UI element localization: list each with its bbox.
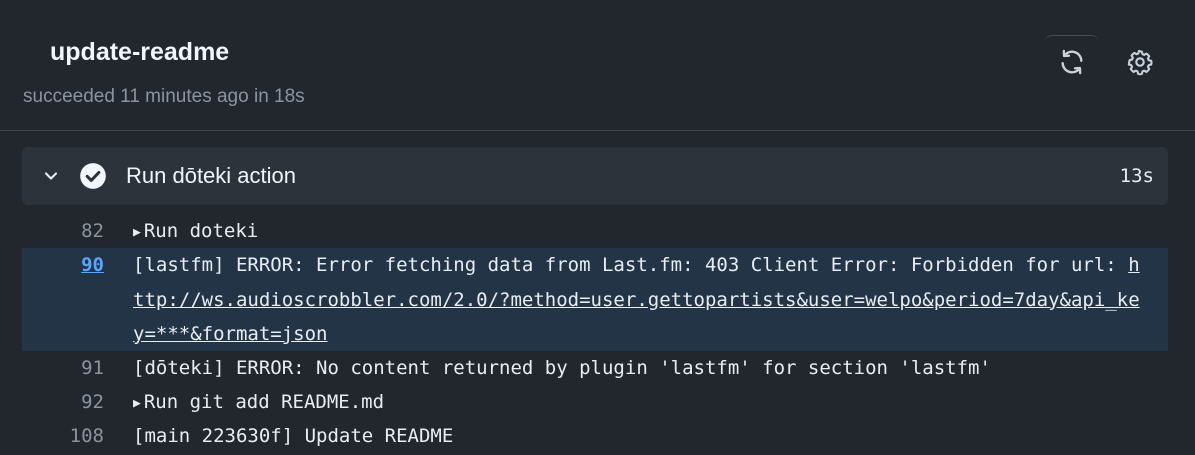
log-text: [lastfm] ERROR: Error fetching data from…	[133, 248, 1146, 352]
log-line: 108 [main 223630f] Update README	[22, 419, 1168, 454]
job-status-text: succeeded 11 minutes ago in 18s	[23, 86, 305, 107]
chevron-down-icon[interactable]	[36, 166, 66, 186]
log-text: Run git add README.md	[143, 391, 385, 413]
log-text: Run doteki	[143, 220, 259, 242]
collapsible-group[interactable]: ▶ Run git add README.md	[133, 385, 1146, 422]
line-number[interactable]: 108	[22, 419, 104, 454]
step-header[interactable]: Run dōteki action 13s	[22, 147, 1168, 205]
line-number[interactable]: 92	[22, 385, 104, 420]
error-text: [lastfm] ERROR: Error fetching data from…	[133, 254, 1129, 276]
rerun-button[interactable]	[1044, 35, 1099, 88]
collapsible-group[interactable]: ▶ Run doteki	[133, 214, 1146, 251]
check-circle-icon	[78, 161, 108, 191]
gear-icon	[1127, 49, 1153, 76]
log-panel: Run dōteki action 13s 82 ▶ Run doteki 90 …	[0, 131, 1195, 455]
line-number[interactable]: 82	[22, 214, 104, 249]
settings-button[interactable]	[1118, 40, 1162, 84]
log-line-highlighted: 90 [lastfm] ERROR: Error fetching data f…	[22, 248, 1168, 351]
log-text: [dōteki] ERROR: No content returned by p…	[133, 357, 991, 379]
line-number-link[interactable]: 90	[22, 248, 104, 283]
triangle-right-icon: ▶	[133, 225, 141, 240]
log-line: 91 [dōteki] ERROR: No content returned b…	[22, 351, 1168, 386]
job-log-page: update-readme succeeded 11 minutes ago i…	[0, 0, 1195, 455]
job-title: update-readme	[50, 38, 230, 66]
log-line: 92 ▶ Run git add README.md	[22, 385, 1168, 420]
step-name: Run dōteki action	[126, 163, 296, 188]
triangle-right-icon: ▶	[133, 396, 141, 411]
step-duration: 13s	[1119, 165, 1154, 187]
log-line: 82 ▶ Run doteki	[22, 214, 1168, 249]
sync-icon	[1061, 49, 1082, 75]
line-number[interactable]: 91	[22, 351, 104, 386]
log-text: [main 223630f] Update README	[133, 425, 454, 447]
